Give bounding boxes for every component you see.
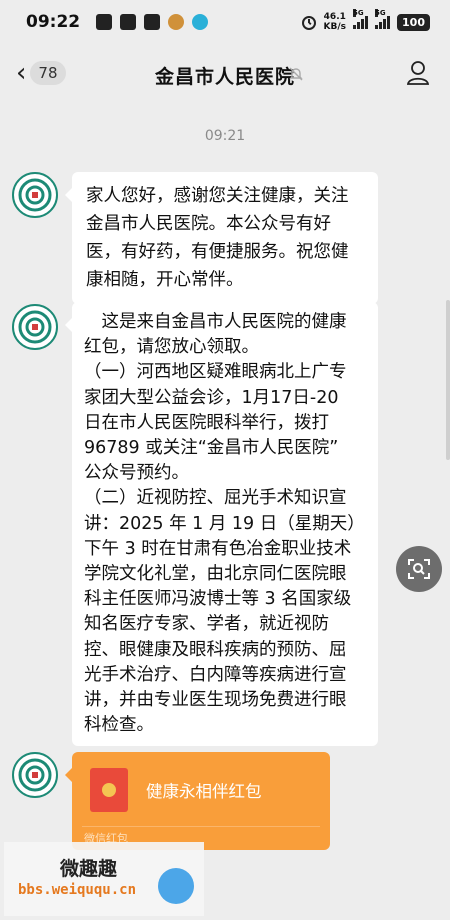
message-line: 知名医疗专家、学者，就近视防 [84, 614, 329, 635]
message-line: 医，有好药，有便捷服务。祝您健 [86, 242, 349, 262]
status-right-group: 46.1 KB/s 5G 5G 100 [301, 9, 430, 32]
message-line: 控、眼健康及眼科疾病的预防、屈 [84, 639, 347, 660]
message-line: 红包，请您放心领取。 [84, 337, 259, 358]
red-envelope-icon [90, 768, 128, 812]
watermark-overlay: 微趣趣 bbs.weiququ.cn [4, 842, 204, 916]
message-line: 金昌市人民医院。本公众号有好 [86, 214, 331, 234]
message-bubble-greeting[interactable]: 家人您好，感谢您关注健康，关注 金昌市人民医院。本公众号有好 医，有好药，有便捷… [65, 172, 378, 304]
scrollbar[interactable] [446, 300, 450, 460]
message-line: 讲，并由专业医生现场免费进行眼 [84, 690, 347, 711]
chat-notification-icon [192, 14, 208, 30]
signal-2-icon: 5G [375, 9, 391, 29]
mascot-icon [158, 868, 194, 904]
alarm-icon [301, 16, 316, 30]
red-packet-title: 健康永相伴红包 [146, 782, 262, 801]
message-line: 家人您好，感谢您关注健康，关注 [86, 186, 349, 206]
person-notification-icon [168, 14, 184, 30]
chat-header: ‹ 78 金昌市人民医院 [0, 46, 450, 104]
message-line: 公众号预约。 [84, 463, 189, 484]
hospital-logo-icon [18, 178, 52, 212]
status-bar: 09:22 46.1 KB/s 5G 5G 100 [0, 0, 450, 46]
message-line: 下午 3 时在甘肃有色冶金职业技术 [84, 538, 352, 559]
message-line: （一）河西地区疑难眼病北上广专 [84, 362, 347, 383]
coin-icon [102, 783, 116, 797]
red-packet-divider [82, 826, 320, 827]
message-line: 学院文化礼堂，由北京同仁医院眼 [84, 564, 347, 585]
watermark-url: bbs.weiququ.cn [18, 882, 137, 898]
message-line: （二）近视防控、屈光手术知识宣 [84, 488, 347, 509]
sim1-label: 5G [353, 9, 364, 17]
app-notification-icon [96, 14, 112, 30]
message-bubble-announcement[interactable]: 这是来自金昌市人民医院的健康 红包，请您放心领取。 （一）河西地区疑难眼病北上广… [65, 302, 378, 747]
sim2-label: 5G [375, 9, 386, 17]
message-line: 日在市人民医院眼科举行，拨打 [84, 412, 329, 433]
screen-scan-button[interactable] [396, 546, 442, 592]
hospital-avatar[interactable] [12, 752, 58, 798]
battery-icon: 100 [397, 13, 430, 31]
scan-icon [408, 559, 430, 579]
watermark-title: 微趣趣 [60, 858, 118, 880]
hospital-logo-icon [18, 310, 52, 344]
status-time: 09:22 [26, 12, 81, 32]
message-line: 光手术治疗、白内障等疾病进行宣 [84, 664, 347, 685]
notification-icons [96, 14, 208, 30]
profile-icon[interactable] [406, 60, 430, 86]
message-line: 96789 或关注“金昌市人民医院” [84, 438, 339, 459]
message-line: 科主任医师冯波博士等 3 名国家级 [84, 589, 352, 610]
checkbox-notification-icon [120, 14, 136, 30]
red-packet-card[interactable]: 健康永相伴红包 微信红包 [65, 752, 330, 850]
message-line: 讲：2025 年 1 月 19 日（星期天） [84, 513, 365, 534]
message-line: 康相随，开心常伴。 [86, 270, 244, 290]
hospital-avatar[interactable] [12, 172, 58, 218]
hospital-avatar[interactable] [12, 304, 58, 350]
muted-bell-icon [289, 67, 303, 81]
chat-title: 金昌市人民医院 [154, 66, 295, 88]
message-line: 这是来自金昌市人民医院的健康 [84, 312, 347, 332]
message-line: 科检查。 [84, 715, 154, 736]
mail-notification-icon [144, 14, 160, 30]
message-timestamp: 09:21 [204, 128, 246, 144]
network-speed: 46.1 KB/s [324, 12, 346, 32]
net-speed-unit: KB/s [323, 22, 347, 32]
net-speed-value: 46.1 [323, 12, 346, 22]
signal-1-icon: 5G [353, 9, 369, 29]
message-line: 家团大型公益会诊，1月17日-20 [84, 387, 339, 408]
hospital-logo-icon [18, 758, 52, 792]
